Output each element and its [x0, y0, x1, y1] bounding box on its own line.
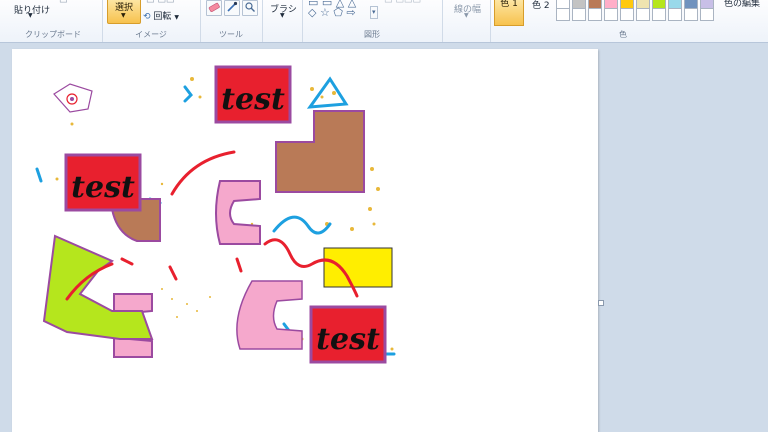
color1-button[interactable]: 色 1	[494, 0, 524, 26]
brushes-dropdown-icon[interactable]: ▼	[280, 12, 285, 19]
clipboard-group-label: クリップボード	[25, 30, 81, 39]
canvas-workspace: test test test	[0, 43, 768, 432]
test-box-top: test	[214, 65, 292, 124]
test-box-bottom: test	[309, 305, 387, 364]
shape-gallery-row2[interactable]: ◇ ☆ ⬠ ⇨	[308, 7, 356, 18]
palette-swatch[interactable]	[684, 8, 698, 21]
pink-shape-bottom-mid	[236, 280, 303, 350]
eraser-icon[interactable]	[206, 0, 222, 16]
pink-shape-middle	[215, 180, 261, 245]
select-button[interactable]: 選択 ▼	[107, 0, 141, 24]
size-group: 線の幅 ▼	[442, 0, 491, 42]
drawing-canvas[interactable]: test test test	[12, 49, 598, 432]
rotate-label: 回転	[153, 12, 172, 22]
magnifier-icon[interactable]	[242, 0, 258, 16]
test-text-bottom: test	[316, 322, 380, 357]
palette-swatch[interactable]	[620, 8, 634, 21]
palette-swatch[interactable]	[636, 8, 650, 21]
paste-dropdown-icon[interactable]: ▼	[28, 12, 33, 19]
edit-colors-label: 色の編集	[724, 0, 761, 9]
resize-icon[interactable]: ▭ ▭▭	[146, 0, 174, 6]
color2-button[interactable]: 色 2	[532, 1, 550, 12]
test-text-left: test	[71, 170, 135, 205]
copy-icon[interactable]: ▭	[59, 0, 68, 6]
color2-label: 色 2	[532, 1, 550, 11]
palette-swatch[interactable]	[700, 8, 714, 21]
rotate-dropdown-icon: ▼	[174, 14, 179, 21]
palette-swatch[interactable]	[556, 8, 570, 21]
canvas-drawing: test test test	[35, 65, 396, 364]
rotate-icon: ⟲	[143, 12, 151, 22]
color-picker-icon[interactable]	[224, 0, 240, 16]
tools-group: ツール	[200, 0, 263, 42]
yellow-rectangle	[323, 247, 393, 288]
test-box-left: test	[64, 153, 142, 212]
tools-group-label: ツール	[219, 30, 243, 39]
select-dropdown-icon: ▼	[121, 12, 126, 19]
ribbon: 貼り付け ▼ ▭ クリップボード イメージ 選択 ▼ ▭ ▭▭ ⟲ 回転 ▼ ツ…	[0, 0, 768, 43]
edit-colors-button[interactable]: 色の編集	[724, 0, 760, 10]
outline-icon[interactable]: ▭ ▭▭▭	[384, 0, 421, 6]
colors-group-label: 色	[619, 30, 627, 39]
shape-gallery-more-icon[interactable]: ▾	[370, 6, 378, 19]
clipboard-group: 貼り付け ▼ ▭ クリップボード	[4, 0, 103, 42]
palette-swatch[interactable]	[604, 8, 618, 21]
image-group-label: イメージ	[135, 30, 167, 39]
shapes-group: ▭ ▭ △ △ ◇ ☆ ⬠ ⇨ ▾ ▭ ▭▭▭ 図形	[302, 0, 443, 42]
canvas-resize-handle[interactable]	[598, 300, 604, 306]
shapes-group-label: 図形	[364, 30, 380, 39]
corner-doodle	[53, 83, 93, 113]
palette-swatch[interactable]	[652, 8, 666, 21]
rotate-button[interactable]: ⟲ 回転 ▼	[143, 9, 179, 22]
paint-window: 貼り付け ▼ ▭ クリップボード イメージ 選択 ▼ ▭ ▭▭ ⟲ 回転 ▼ ツ…	[0, 0, 768, 432]
palette-swatch[interactable]	[588, 8, 602, 21]
test-text-top: test	[221, 82, 285, 117]
size-dropdown-icon[interactable]: ▼	[464, 12, 469, 19]
brushes-group: ブラシ ▼	[262, 0, 303, 42]
palette-swatch[interactable]	[668, 8, 682, 21]
color1-label: 色 1	[500, 0, 518, 9]
palette-swatch[interactable]	[572, 8, 586, 21]
lime-shape	[42, 234, 154, 340]
